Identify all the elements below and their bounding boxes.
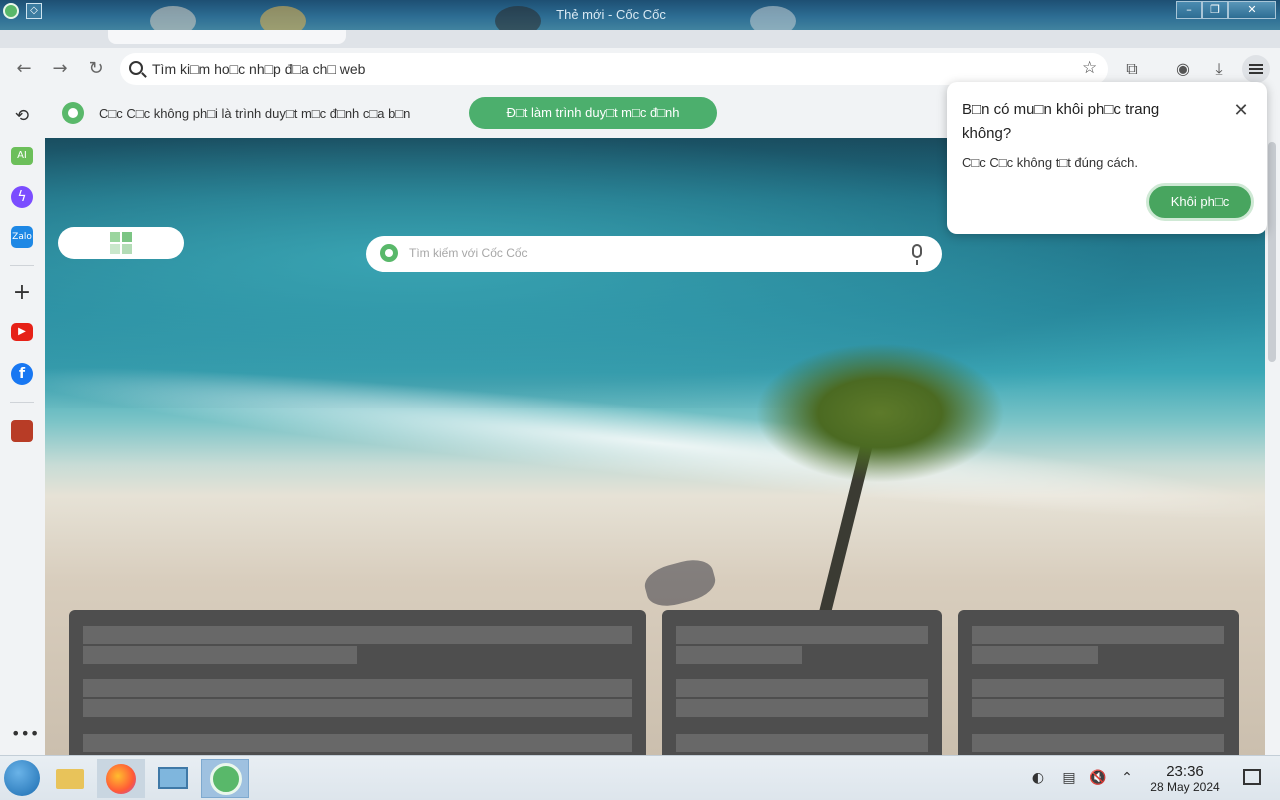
taskbar-clock[interactable]: 23:36 28 May 2024 xyxy=(1140,763,1230,794)
news-card-placeholder xyxy=(69,610,646,755)
bookmark-star-icon[interactable]: ☆ xyxy=(1082,58,1097,78)
forward-arrow-icon[interactable]: → xyxy=(47,56,73,82)
sidebar: ⟲ AI ϟ Zalo + ▶ f ••• xyxy=(0,90,45,755)
close-button[interactable]: ✕ xyxy=(1228,1,1276,19)
restore-pages-popup: B□n có mu□n khôi ph□c trang không? ✕ C□c… xyxy=(947,82,1267,234)
news-card-placeholder xyxy=(958,610,1239,755)
grid-icon xyxy=(110,232,132,254)
remote-desktop-icon[interactable] xyxy=(148,759,196,798)
back-arrow-icon[interactable]: ← xyxy=(11,56,37,82)
facebook-icon[interactable]: f xyxy=(11,363,33,385)
network-icon[interactable]: ◐ xyxy=(1028,768,1048,788)
maximize-button[interactable]: ❐ xyxy=(1202,1,1228,19)
window-titlebar: ◇ Thẻ mới - Cốc Cốc – ❐ ✕ xyxy=(0,0,1280,36)
microphone-icon[interactable] xyxy=(912,244,922,265)
profile-icon[interactable]: ◉ xyxy=(1172,58,1194,80)
restore-button[interactable]: Khôi ph□c xyxy=(1146,183,1254,221)
coccoc-logo-icon xyxy=(380,244,398,262)
show-desktop-icon[interactable] xyxy=(1243,769,1261,785)
youtube-icon[interactable]: ▶ xyxy=(11,323,33,341)
page-scrollbar[interactable] xyxy=(1265,138,1280,755)
extensions-icon[interactable]: ⧉ xyxy=(1121,58,1143,80)
minimize-button[interactable]: – xyxy=(1176,1,1202,19)
volume-muted-icon[interactable]: 🔇 xyxy=(1088,768,1108,788)
news-card-placeholder xyxy=(662,610,942,755)
apps-button[interactable] xyxy=(58,227,184,259)
newtab-search-box[interactable]: Tìm kiếm với Cốc Cốc xyxy=(366,236,942,272)
sidebar-divider xyxy=(10,402,34,403)
clock-date: 28 May 2024 xyxy=(1150,780,1220,794)
popup-subtext: C□c C□c không t□t đúng cách. xyxy=(962,155,1139,170)
reload-icon[interactable]: ↻ xyxy=(83,56,109,82)
window-title: Thẻ mới - Cốc Cốc xyxy=(556,7,666,22)
clipboard-icon[interactable]: ▤ xyxy=(1059,768,1079,788)
search-placeholder: Tìm kiếm với Cốc Cốc xyxy=(409,246,528,260)
messenger-icon[interactable]: ϟ xyxy=(11,186,33,208)
clock-time: 23:36 xyxy=(1166,763,1204,780)
coccoc-taskbar-icon[interactable] xyxy=(201,759,249,798)
popup-question: B□n có mu□n khôi ph□c trang không? xyxy=(962,101,1160,142)
background-image xyxy=(641,554,719,612)
tab-strip xyxy=(0,30,1280,48)
close-icon[interactable]: ✕ xyxy=(1230,100,1252,122)
palm-tree-image xyxy=(755,343,1005,483)
address-bar[interactable]: Tìm ki□m ho□c nh□p đ□a ch□ web ☆ xyxy=(120,53,1108,85)
address-placeholder: Tìm ki□m ho□c nh□p đ□a ch□ web xyxy=(152,61,366,77)
sidebar-divider xyxy=(10,265,34,266)
start-menu-icon[interactable] xyxy=(4,760,40,796)
menu-hamburger-icon[interactable] xyxy=(1242,55,1270,83)
ai-icon[interactable]: AI xyxy=(11,147,33,165)
game-icon[interactable] xyxy=(11,420,33,442)
add-icon[interactable]: + xyxy=(11,282,33,304)
firefox-icon[interactable] xyxy=(97,759,145,798)
history-icon[interactable]: ⟲ xyxy=(11,105,33,127)
scrollbar-thumb[interactable] xyxy=(1268,142,1276,362)
set-default-browser-button[interactable]: Đ□t làm trình duy□t m□c đ□nh xyxy=(469,97,717,129)
search-icon xyxy=(129,61,143,75)
chevron-up-icon[interactable]: ⌃ xyxy=(1117,768,1137,788)
taskbar: ◐ ▤ 🔇 ⌃ 23:36 28 May 2024 xyxy=(0,755,1280,800)
download-icon[interactable]: ⤓ xyxy=(1208,58,1230,80)
more-icon[interactable]: ••• xyxy=(11,723,39,745)
tab-active[interactable] xyxy=(108,30,346,44)
coccoc-logo-icon xyxy=(62,102,84,124)
infobar-message: C□c C□c không ph□i là trình duy□t m□c đ□… xyxy=(99,106,411,121)
zalo-icon[interactable]: Zalo xyxy=(11,226,33,248)
file-explorer-icon[interactable] xyxy=(46,759,94,798)
